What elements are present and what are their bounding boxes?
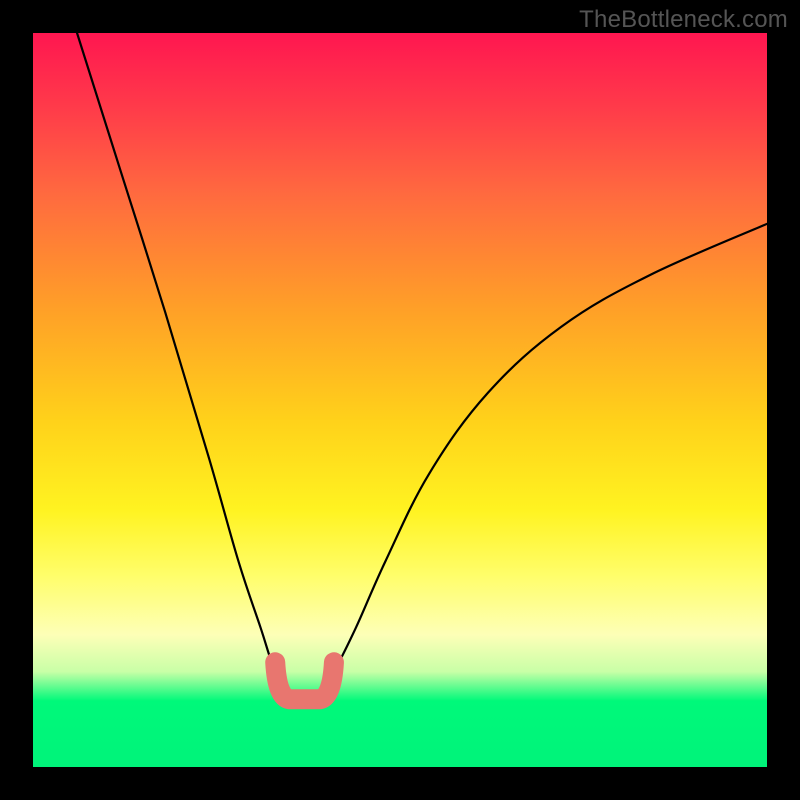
bottleneck-curve-svg xyxy=(33,33,767,767)
watermark-text: TheBottleneck.com xyxy=(579,6,788,34)
optimal-range-marker xyxy=(275,662,334,699)
chart-frame xyxy=(0,0,800,800)
chart-plot-area xyxy=(33,33,767,767)
bottleneck-curve xyxy=(77,33,767,697)
